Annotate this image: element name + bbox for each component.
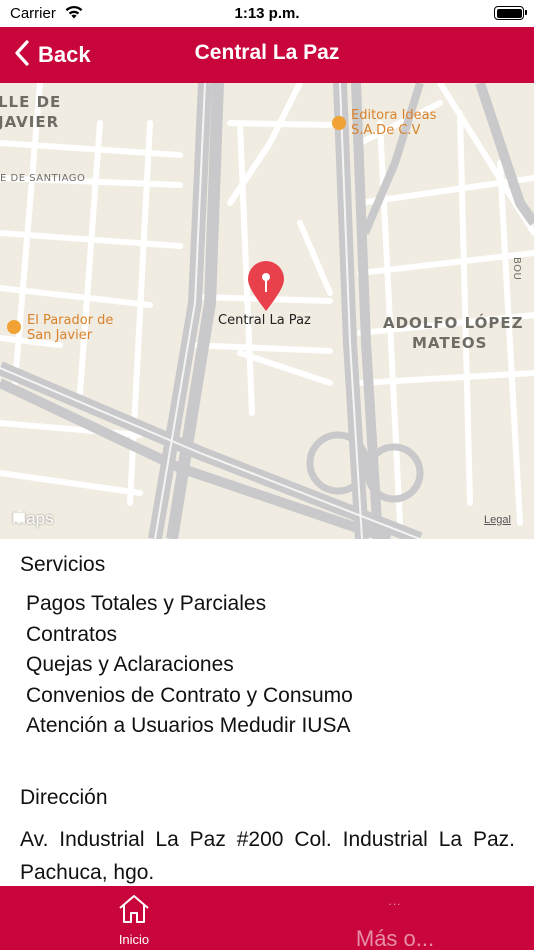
list-item: Contratos	[26, 622, 118, 646]
navigation-bar: Back Central La Paz	[0, 27, 534, 83]
home-icon	[117, 893, 151, 930]
pin-label[interactable]: Central La Paz	[218, 313, 311, 328]
map-street-label: BOU	[511, 257, 522, 281]
shopping-bag-icon[interactable]	[332, 116, 346, 130]
list-item: Atención a Usuarios Medudir IUSA	[26, 714, 351, 738]
map-area-label: JAVIER	[0, 113, 60, 131]
tab-bar: Inicio ... Más o...	[0, 886, 534, 950]
poi-label[interactable]: El Parador de San Javier	[27, 313, 113, 343]
map-area-label: ADOLFO LÓPEZ	[383, 314, 524, 332]
location-pin-icon	[248, 261, 284, 311]
page-title: Central La Paz	[194, 41, 340, 64]
status-bar: Carrier 1:13 p.m.	[0, 0, 534, 27]
poi-label[interactable]: Editora Ideas S.A.De C.V	[351, 108, 436, 138]
list-item: Quejas y Aclaraciones	[26, 653, 234, 677]
maps-logo: Maps	[12, 509, 54, 529]
tab-inicio-label: Inicio	[118, 932, 150, 947]
map-view[interactable]: LLE DE JAVIER E DE SANTIAGO BOU ADOLFO L…	[0, 83, 534, 539]
more-icon: ...	[388, 894, 402, 908]
services-list: Pagos Totales y Parciales Contratos Quej…	[26, 589, 353, 742]
list-item: Convenios de Contrato y Consumo	[26, 683, 353, 707]
tab-mas[interactable]: ... Más o...	[335, 886, 455, 950]
tab-mas-label: Más o...	[355, 926, 435, 950]
restaurant-icon[interactable]	[7, 320, 21, 334]
apple-icon	[13, 509, 25, 523]
map-roads	[0, 83, 534, 539]
address-text: Av. Industrial La Paz #200 Col. Industri…	[20, 828, 515, 884]
address-title: Dirección	[20, 786, 108, 809]
services-title: Servicios	[20, 553, 106, 576]
map-street-label: E DE SANTIAGO	[0, 173, 86, 184]
battery-icon	[494, 6, 527, 20]
legal-link[interactable]: Legal	[484, 514, 511, 526]
tab-inicio[interactable]: Inicio	[84, 886, 184, 950]
list-item: Pagos Totales y Parciales	[26, 592, 267, 615]
clock-label: 1:13 p.m.	[234, 5, 300, 22]
map-area-label: MATEOS	[412, 334, 488, 352]
map-area-label: LLE DE	[0, 93, 62, 111]
